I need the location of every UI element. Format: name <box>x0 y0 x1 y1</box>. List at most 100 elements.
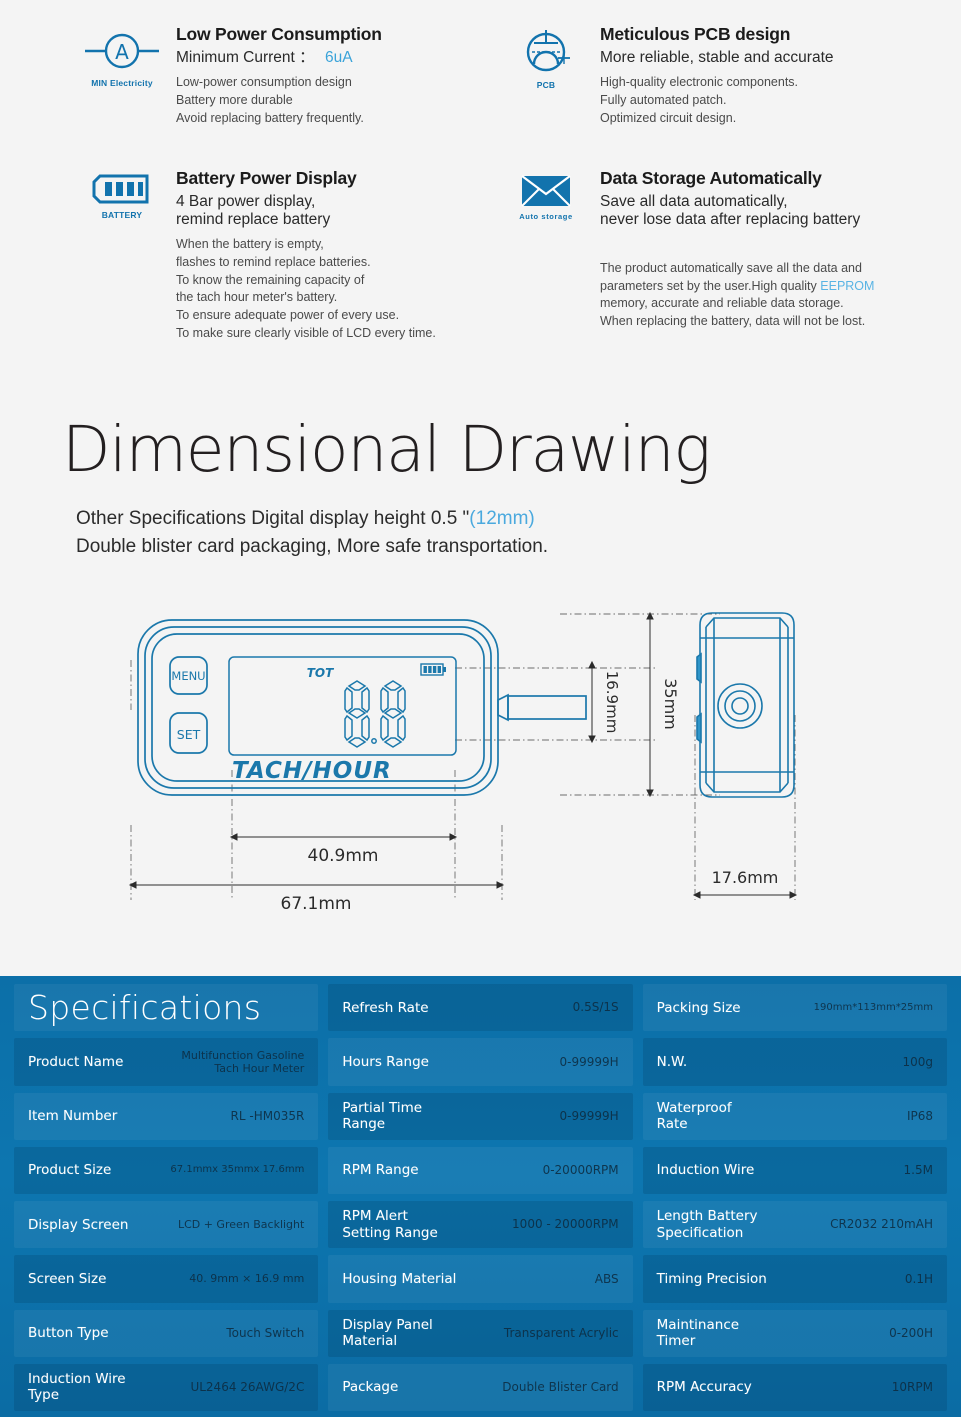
dimensional-subtitle-line1: Other Specifications Digital display hei… <box>76 508 470 529</box>
table-row: Display Panel Material Transparent Acryl… <box>328 1309 633 1357</box>
spec-value: 190mm*113mm*25mm <box>813 1001 933 1013</box>
battery-icon <box>92 174 149 204</box>
spec-label: Induction Wire Type <box>28 1371 126 1404</box>
side-view <box>696 612 795 798</box>
spec-label: Hours Range <box>342 1053 429 1070</box>
feature-subheading-text: Minimum Current ： <box>176 48 315 66</box>
specifications-table: Specifications Product Name Multifunctio… <box>0 976 961 1417</box>
spec-label: Product Size <box>28 1162 112 1179</box>
spec-value: Touch Switch <box>226 1325 305 1340</box>
dimensional-subtitle-line2: Double blister card packaging, More safe… <box>76 535 549 557</box>
feature-subheading: Minimum Current ： 6uA <box>176 49 382 67</box>
spec-columns: Specifications Product Name Multifunctio… <box>0 976 961 1417</box>
dim-40-9-label: 40.9mm <box>308 846 379 866</box>
feature-icon-wrap: Auto storage <box>492 158 600 331</box>
table-row: Partial Time Range 0-99999H <box>328 1092 633 1140</box>
spec-value: Multifunction Gasoline Tach Hour Meter <box>181 1048 305 1075</box>
spec-value: CR2032 210mAH <box>830 1217 933 1232</box>
menu-button-shape: MENU <box>169 656 208 695</box>
spec-value: 40. 9mm × 16.9 mm <box>189 1272 305 1286</box>
feature-icon-caption: PCB <box>536 80 556 90</box>
spec-label: Length Battery Specification <box>656 1208 758 1241</box>
spec-label: Partial Time Range <box>342 1099 423 1133</box>
table-row: Packing Size 190mm*113mm*25mm <box>642 984 947 1032</box>
spec-column-3: Packing Size 190mm*113mm*25mm N.W. 100g … <box>638 976 961 1417</box>
table-row: Induction Wire 1.5M <box>642 1146 947 1194</box>
feature-icon-wrap: BATTERY <box>68 158 176 343</box>
spec-value: 0-200H <box>889 1325 933 1340</box>
dim-67-1-label: 67.1mm <box>281 894 352 914</box>
spec-label: Waterproof Rate <box>656 1099 732 1133</box>
feature-body: Battery Power Display 4 Bar power displa… <box>176 158 436 343</box>
feature-heading: Battery Power Display <box>176 168 357 188</box>
feature-body-text: Low-power consumption design Battery mor… <box>176 75 364 125</box>
spec-label: N.W. <box>656 1053 688 1070</box>
feature-heading: Low Power Consumption <box>176 24 382 44</box>
lcd-digits <box>344 680 406 748</box>
dim-67-1 <box>128 881 505 889</box>
feature-body: Meticulous PCB design More reliable, sta… <box>600 14 834 127</box>
table-row: Maintinance Timer 0-200H <box>642 1309 947 1357</box>
specifications-title-row: Specifications <box>14 984 319 1032</box>
table-row: Refresh Rate 0.5S/1S <box>328 984 633 1032</box>
product-spec-page: A MIN Electricity Low Power Consumption … <box>0 0 961 1417</box>
dimensional-drawing-section: Dimensional Drawing Other Specifications… <box>0 345 961 960</box>
table-row: Button Type Touch Switch <box>14 1309 319 1357</box>
feature-body: Low Power Consumption Minimum Current ： … <box>176 14 382 127</box>
lcd-tot-label: TOT <box>307 666 334 680</box>
dimension-drawing: MENU SET TOT TACH/HOUR 16.9mm 35mm 17.6m… <box>0 600 961 930</box>
dim-35-label: 35mm <box>661 678 680 730</box>
spec-value: RL -HM035R <box>230 1108 305 1123</box>
table-row: Screen Size 40. 9mm × 16.9 mm <box>14 1255 319 1303</box>
spec-label: Maintinance Timer <box>656 1316 740 1350</box>
spec-value: 0.1H <box>904 1271 933 1286</box>
feature-body: Data Storage Automatically Save all data… <box>600 158 874 331</box>
pcb-icon <box>526 30 570 72</box>
dim-40-9 <box>229 833 458 841</box>
feature-battery: BATTERY Battery Power Display 4 Bar powe… <box>68 158 498 343</box>
spec-label: Packing Size <box>656 999 741 1016</box>
table-row: Display Screen LCD + Green Backlight <box>14 1201 319 1249</box>
spec-label: Refresh Rate <box>342 999 429 1016</box>
spec-value: 0-20000RPM <box>542 1163 619 1178</box>
features-section: A MIN Electricity Low Power Consumption … <box>0 0 961 345</box>
spec-column-1: Specifications Product Name Multifunctio… <box>0 976 323 1417</box>
feature-icon-caption: BATTERY <box>101 210 143 220</box>
spec-value: 0.5S/1S <box>572 1000 619 1015</box>
table-row: Induction Wire Type UL2464 26AWG/2C <box>14 1363 319 1411</box>
set-button-label: SET <box>177 727 201 742</box>
dimensional-subtitle-accent: (12mm) <box>469 508 535 529</box>
spec-value: 67.1mmx 35mmx 17.6mm <box>170 1164 305 1176</box>
spec-value: IP68 <box>906 1108 933 1123</box>
menu-button-label: MENU <box>171 669 205 683</box>
feature-pcb: PCB Meticulous PCB design More reliable,… <box>492 14 932 127</box>
table-row: RPM Accuracy 10RPM <box>642 1363 947 1411</box>
spec-value: ABS <box>594 1271 619 1286</box>
spec-label: Item Number <box>28 1108 118 1125</box>
feature-subheading-accent: 6uA <box>324 48 353 66</box>
feature-icon-caption: MIN Electricity <box>91 78 153 88</box>
feature-body-text: When the battery is empty, flashes to re… <box>176 237 436 340</box>
dim-17-6-label: 17.6mm <box>712 868 779 887</box>
drawing-svg: MENU SET TOT TACH/HOUR 16.9mm 35mm 17.6m… <box>128 611 798 914</box>
dim-17-6 <box>692 891 798 899</box>
table-row: RPM Range 0-20000RPM <box>328 1146 633 1194</box>
spec-value: Transparent Acrylic <box>503 1325 619 1340</box>
table-row: Housing Material ABS <box>328 1255 633 1303</box>
specifications-title: Specifications <box>28 988 262 1028</box>
spec-value: 10RPM <box>891 1380 933 1395</box>
spec-label: Timing Precision <box>656 1270 767 1287</box>
spec-column-2: Refresh Rate 0.5S/1S Hours Range 0-99999… <box>323 976 637 1417</box>
table-row: Waterproof Rate IP68 <box>642 1092 947 1140</box>
table-row: Package Double Blister Card <box>328 1363 633 1411</box>
table-row: Item Number RL -HM035R <box>14 1092 319 1140</box>
table-row: Product Size 67.1mmx 35mmx 17.6mm <box>14 1146 319 1194</box>
dim-16-9 <box>588 660 596 744</box>
feature-body-text: The product automatically save all the d… <box>600 242 874 331</box>
table-row: Timing Precision 0.1H <box>642 1255 947 1303</box>
lcd-battery-icon <box>420 663 446 676</box>
feature-subheading: Save all data automatically, never lose … <box>600 192 861 228</box>
feature-body-part2: memory, accurate and reliable data stora… <box>600 296 866 329</box>
feature-data-storage: Auto storage Data Storage Automatically … <box>492 158 944 331</box>
ammeter-icon: A <box>85 33 159 69</box>
